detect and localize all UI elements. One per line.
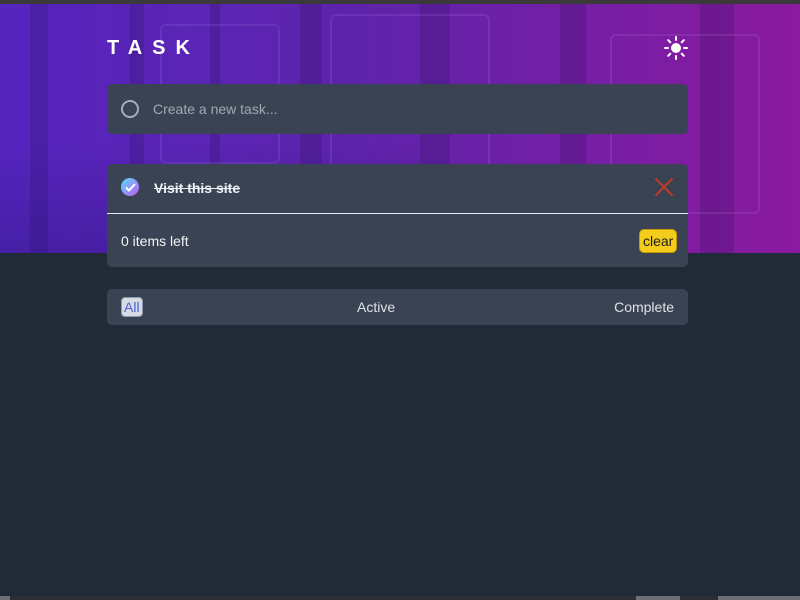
theme-toggle-button[interactable]: [663, 35, 689, 61]
sun-icon: [664, 36, 688, 60]
task-list: Visit this site 0 items left clear: [107, 164, 688, 267]
checkmark-icon: [124, 182, 136, 192]
list-footer: 0 items left clear: [107, 215, 688, 267]
close-icon: [655, 178, 673, 196]
new-task-bar: [107, 84, 688, 134]
task-text: Visit this site: [154, 180, 241, 196]
filter-complete-button[interactable]: Complete: [614, 289, 674, 325]
window-bottom-border: [0, 596, 800, 600]
items-left-count: 0 items left: [121, 233, 189, 249]
filter-bar: All Active Complete: [107, 289, 688, 325]
task-complete-checkbox[interactable]: [121, 178, 139, 196]
filter-all-button[interactable]: All: [121, 297, 143, 317]
new-task-input[interactable]: [153, 96, 653, 122]
clear-completed-button[interactable]: clear: [639, 229, 678, 253]
delete-task-button[interactable]: [654, 177, 674, 197]
task-item: Visit this site: [107, 164, 688, 214]
new-task-circle-checkbox[interactable]: [121, 100, 139, 118]
filter-active-button[interactable]: Active: [357, 289, 395, 325]
app-title: TASK: [107, 37, 200, 59]
